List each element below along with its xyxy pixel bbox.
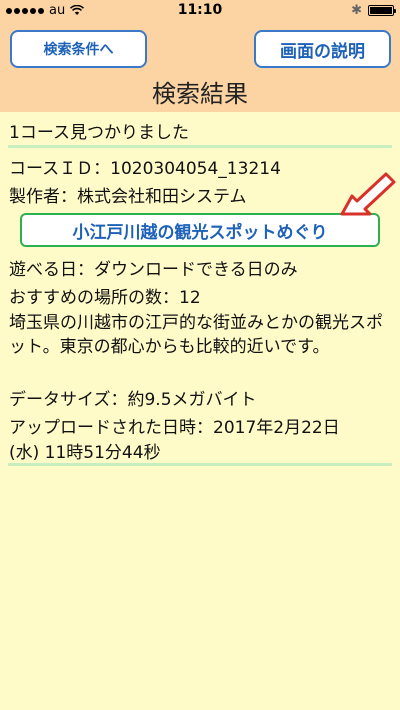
search-conditions-button[interactable]: 検索条件へ xyxy=(10,30,147,68)
screen-help-button[interactable]: 画面の説明 xyxy=(254,30,391,68)
course-description: 埼玉県の川越市の江戸的な街並みとかの観光スポット。東京の都心からも比較的近いです… xyxy=(9,313,383,357)
status-bar: au 11:10 ✱ xyxy=(0,0,400,20)
battery-icon xyxy=(368,5,396,16)
divider-bottom xyxy=(8,463,392,466)
uploaded-datetime-line2: (水) 11時51分44秒 xyxy=(9,443,161,463)
course-id: コースＩＤ：1020304054_13214 xyxy=(9,159,281,179)
course-author: 製作者：株式会社和田システム xyxy=(9,187,247,207)
data-size: データサイズ：約9.5メガバイト xyxy=(9,390,257,410)
status-right: ✱ xyxy=(351,3,396,18)
course-name-button[interactable]: 小江戸川越の観光スポットめぐり xyxy=(20,213,380,247)
header: 検索条件へ 画面の説明 検索結果 xyxy=(0,20,400,112)
recommended-count: おすすめの場所の数：12 xyxy=(9,288,201,308)
battery-fill xyxy=(370,7,392,14)
status-time: 11:10 xyxy=(177,2,223,18)
pointer-arrow-icon xyxy=(340,172,396,216)
page-title: 検索結果 xyxy=(152,80,248,108)
bluetooth-icon: ✱ xyxy=(351,3,362,18)
uploaded-datetime-line1: アップロードされた日時：2017年2月22日 xyxy=(9,418,340,438)
playable-day: 遊べる日：ダウンロードできる日のみ xyxy=(9,260,298,280)
result-count: 1コース見つかりました xyxy=(9,123,189,143)
divider-top xyxy=(8,145,392,148)
